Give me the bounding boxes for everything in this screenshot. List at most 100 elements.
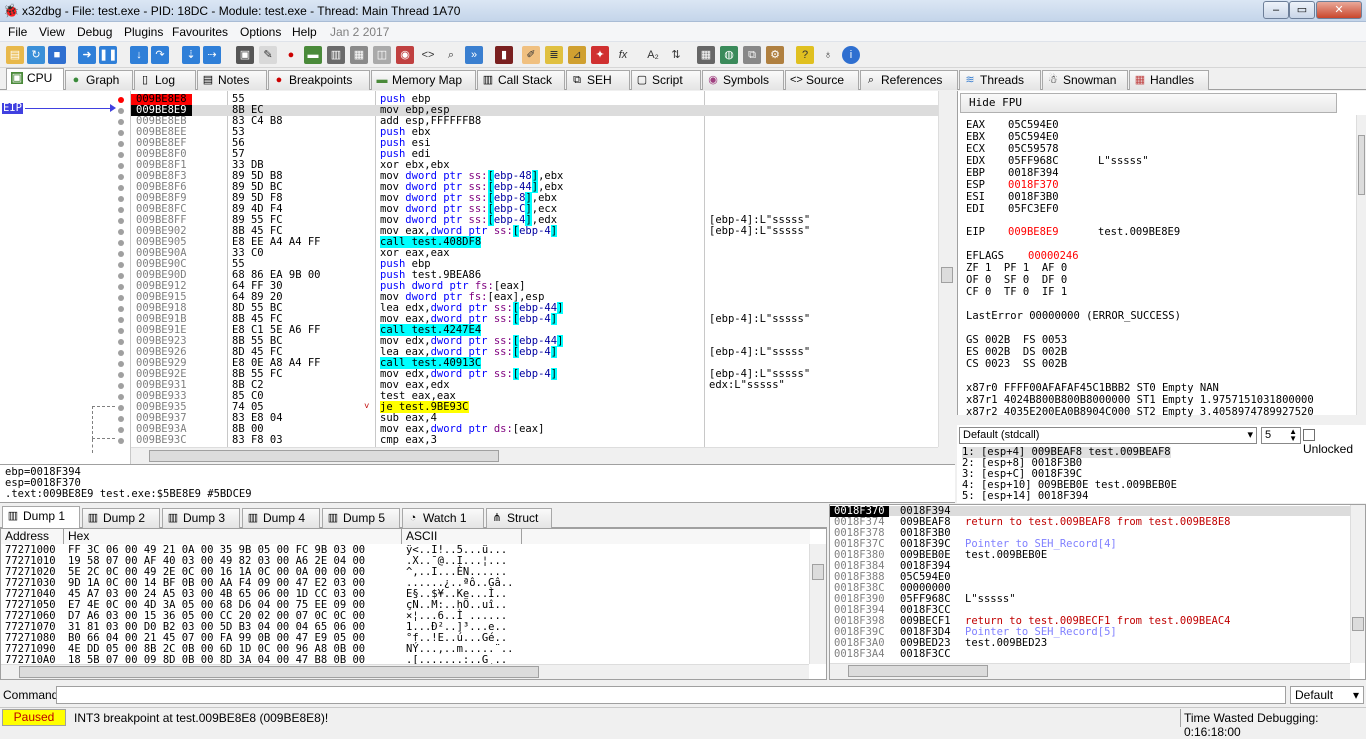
command-mode-select[interactable]: Default ▾ — [1290, 686, 1364, 704]
flags-line[interactable]: OF 0 SF 0 DF 0 — [966, 274, 1067, 286]
callstack-icon[interactable]: ▥ — [327, 46, 345, 64]
breakpoint-slot[interactable] — [118, 273, 124, 279]
scroll-thumb[interactable] — [1358, 135, 1365, 195]
stack-row[interactable]: 0018F370 0018F394 — [830, 506, 1350, 517]
breakpoint-slot[interactable] — [118, 350, 124, 356]
breakpoint-slot[interactable] — [118, 196, 124, 202]
symbols-icon[interactable]: ◫ — [373, 46, 391, 64]
tab-dump-3[interactable]: ▥ Dump 3 — [162, 508, 240, 528]
trace-into-icon[interactable]: ⇣ — [182, 46, 200, 64]
open-icon[interactable]: ▤ — [6, 46, 24, 64]
argument-row[interactable]: 5: [esp+14] 0018F394 — [962, 491, 1088, 502]
menu-plugins[interactable]: Plugins — [124, 25, 163, 39]
tab-cpu[interactable]: ▣ CPU — [6, 68, 64, 90]
flags-line[interactable]: ZF 1 PF 1 AF 0 — [966, 262, 1067, 274]
breakpoint-slot[interactable] — [118, 427, 124, 433]
stack-row[interactable]: 0018F3A4 0018F3CC — [830, 649, 1350, 660]
scroll-thumb[interactable] — [19, 666, 539, 678]
globe-icon[interactable]: ◍ — [720, 46, 738, 64]
step-into-icon[interactable]: ↓ — [130, 46, 148, 64]
stack-view[interactable]: 0018F370 0018F394 0018F374 009BEAF8 return t… — [829, 504, 1366, 680]
breakpoint-slot[interactable] — [118, 317, 124, 323]
register-esi[interactable]: ESI 0018F3B0 — [966, 191, 1059, 203]
disasm-horizontal-scrollbar[interactable] — [131, 447, 938, 464]
maximize-button[interactable]: ▭ — [1289, 1, 1315, 19]
scroll-thumb[interactable] — [812, 564, 824, 580]
breakpoint-slot[interactable] — [118, 152, 124, 158]
trace-over-icon[interactable]: ⇢ — [203, 46, 221, 64]
register-eax[interactable]: EAX 05C594E0 — [966, 119, 1059, 131]
breakpoint-icon[interactable]: ● — [282, 46, 300, 64]
breakpoint-slot[interactable] — [118, 119, 124, 125]
comment-icon[interactable]: ✐ — [522, 46, 540, 64]
settings-icon[interactable]: ⚙ — [766, 46, 784, 64]
sort-icon[interactable]: ⇅ — [667, 46, 685, 64]
threads-icon[interactable]: ▦ — [350, 46, 368, 64]
pause-icon[interactable]: ❚❚ — [99, 46, 117, 64]
register-edx[interactable]: EDX 05FF968C L"sssss" — [966, 155, 1149, 167]
search-icon[interactable]: ⌕ — [442, 46, 460, 64]
disasm-row[interactable]: 009BE90A 33 C0 xor eax,eax — [131, 248, 938, 259]
tab-breakpoints[interactable]: ● Breakpoints — [268, 70, 370, 90]
donate-icon[interactable]: ♁ — [819, 46, 837, 64]
breakpoint-slot[interactable] — [118, 361, 124, 367]
breakpoint-slot[interactable] — [118, 141, 124, 147]
dump-vertical-scrollbar[interactable] — [809, 544, 826, 664]
command-input[interactable] — [56, 686, 1286, 704]
segment-line[interactable]: CS 0023 SS 002B — [966, 358, 1067, 370]
stack-horizontal-scrollbar[interactable] — [830, 663, 1350, 679]
scroll-thumb[interactable] — [848, 665, 988, 677]
function-icon[interactable]: ✦ — [591, 46, 609, 64]
menu-debug[interactable]: Debug — [77, 25, 112, 39]
fpu-register[interactable]: x87r1 4024B800B800B8000000 ST1 Empty 1.9… — [966, 394, 1314, 406]
register-ecx[interactable]: ECX 05C59578 — [966, 143, 1059, 155]
dump-header-address[interactable]: Address — [1, 529, 64, 544]
breakpoint-slot[interactable] — [118, 394, 124, 400]
tab-log[interactable]: ▯ Log — [134, 70, 196, 90]
menu-options[interactable]: Options — [240, 25, 281, 39]
tab-dump-1[interactable]: ▥ Dump 1 — [2, 506, 80, 528]
close-button[interactable]: ✕ — [1316, 1, 1362, 19]
fpu-register[interactable]: x87r2 4035E200EA0B8904C000 ST2 Empty 3.4… — [966, 406, 1314, 418]
font-icon[interactable]: A₂ — [644, 46, 662, 64]
step-over-icon[interactable]: ↷ — [151, 46, 169, 64]
calling-convention-select[interactable]: Default (stdcall) ▾ — [959, 427, 1257, 444]
menu-favourites[interactable]: Favourites — [172, 25, 228, 39]
tab-dump-5[interactable]: ▥ Dump 5 — [322, 508, 400, 528]
run-icon[interactable]: ➜ — [78, 46, 96, 64]
unlocked-checkbox[interactable]: Unlocked — [1303, 428, 1366, 456]
tab-references[interactable]: ⌕ References — [860, 70, 958, 90]
dump-view[interactable]: Address Hex ASCII 77271000 FF 3C 06 00 49… — [0, 528, 827, 680]
plugins-icon[interactable]: ⧉ — [743, 46, 761, 64]
breakpoint-slot[interactable] — [118, 284, 124, 290]
breakpoint-slot[interactable] — [118, 108, 124, 114]
breakpoint-slot[interactable] — [118, 339, 124, 345]
register-eip[interactable]: EIP 009BE8E9 test.009BE8E9 — [966, 226, 1180, 238]
tab-script[interactable]: ▢ Script — [631, 70, 701, 90]
minimize-button[interactable]: ‒ — [1263, 1, 1289, 19]
registers-pane[interactable]: Hide FPU EAX 05C594E0 EBX 05C594E0 ECX 05C595… — [957, 91, 1366, 418]
menu-view[interactable]: View — [39, 25, 65, 39]
breakpoint-slot[interactable] — [118, 372, 124, 378]
disasm-row[interactable]: 009BE93C 83 F8 03 cmp eax,3 — [131, 435, 938, 446]
memory-icon[interactable]: ▬ — [304, 46, 322, 64]
fx-icon[interactable]: fx — [614, 46, 632, 64]
close-icon[interactable]: ■ — [48, 46, 66, 64]
scroll-thumb[interactable] — [149, 450, 499, 462]
disasm-row[interactable]: 009BE8EB 83 C4 B8 add esp,FFFFFFB8 — [131, 116, 938, 127]
stack-vertical-scrollbar[interactable] — [1350, 505, 1365, 663]
breakpoint-slot[interactable] — [118, 163, 124, 169]
source-icon[interactable]: <> — [419, 46, 437, 64]
argument-count-spinner[interactable]: 5 ▲ ▼ — [1261, 427, 1301, 444]
dump-horizontal-scrollbar[interactable] — [1, 664, 809, 679]
scylla-icon[interactable]: ▣ — [236, 46, 254, 64]
tab-graph[interactable]: ● Graph — [65, 70, 133, 90]
breakpoint-slot[interactable] — [118, 174, 124, 180]
breakpoint-slot[interactable] — [118, 328, 124, 334]
breakpoint-slot[interactable] — [118, 405, 124, 411]
menu-help[interactable]: Help — [292, 25, 317, 39]
dump-header-ascii[interactable]: ASCII — [402, 529, 522, 544]
register-ebp[interactable]: EBP 0018F394 — [966, 167, 1059, 179]
breakpoint-slot[interactable] — [118, 416, 124, 422]
hide-fpu-button[interactable]: Hide FPU — [960, 93, 1337, 113]
